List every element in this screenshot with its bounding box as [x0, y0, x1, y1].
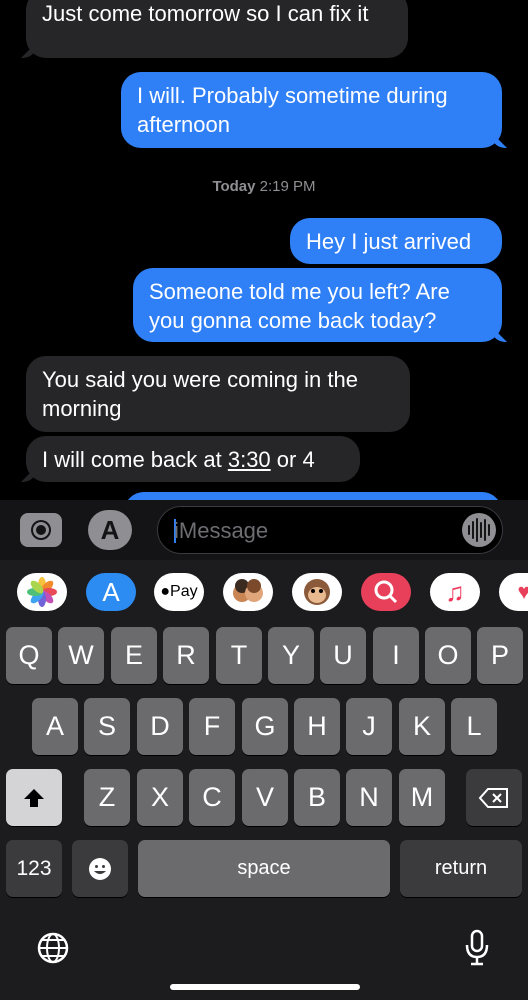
message-incoming[interactable]: Just come tomorrow so I can fix it — [26, 0, 408, 58]
key-f[interactable]: F — [189, 698, 235, 755]
return-key[interactable]: return — [400, 840, 522, 897]
music-icon[interactable]: ♫ — [430, 573, 480, 611]
photos-icon[interactable] — [17, 573, 67, 611]
home-indicator[interactable] — [170, 984, 360, 990]
microphone-icon[interactable] — [464, 929, 490, 967]
key-s[interactable]: S — [84, 698, 130, 755]
key-g[interactable]: G — [242, 698, 288, 755]
app-store-tray-icon[interactable]: A — [86, 573, 136, 611]
globe-icon[interactable] — [36, 931, 70, 965]
key-w[interactable]: W — [58, 627, 104, 684]
timestamp-day: Today — [212, 178, 256, 195]
emoji-icon — [89, 857, 111, 880]
message-outgoing[interactable]: Someone told me you left? Are you gonna … — [133, 268, 502, 342]
message-text: Someone told me you left? Are you gonna … — [149, 279, 450, 333]
key-v[interactable]: V — [242, 769, 288, 826]
key-a[interactable]: A — [32, 698, 78, 755]
message-input-placeholder: iMessage — [174, 518, 269, 543]
apple-pay-icon[interactable]: ● Pay — [154, 573, 204, 611]
message-text: You said you were coming in the morning — [42, 367, 358, 421]
key-q[interactable]: Q — [6, 627, 52, 684]
message-outgoing[interactable]: Hey I just arrived — [290, 218, 502, 264]
message-thread[interactable]: Just come tomorrow so I can fix it I wil… — [0, 0, 528, 500]
backspace-icon — [478, 787, 508, 808]
key-j[interactable]: J — [346, 698, 392, 755]
shift-icon — [24, 788, 44, 807]
shift-key[interactable] — [6, 769, 62, 826]
time-link[interactable]: 3:30 — [228, 447, 271, 472]
message-incoming[interactable]: You said you were coming in the morning — [26, 356, 410, 432]
key-b[interactable]: B — [294, 769, 340, 826]
timestamp-time: 2:19 PM — [259, 178, 316, 195]
numbers-key[interactable]: 123 — [6, 840, 62, 897]
key-z[interactable]: Z — [84, 769, 130, 826]
key-l[interactable]: L — [451, 698, 497, 755]
app-store-icon[interactable]: A — [88, 510, 132, 550]
message-outgoing[interactable]: I will. Probably sometime during afterno… — [121, 72, 502, 148]
audio-message-icon[interactable] — [462, 513, 496, 547]
image-search-icon[interactable] — [361, 573, 411, 611]
key-i[interactable]: I — [373, 627, 419, 684]
apple-pay-label: Pay — [170, 583, 198, 600]
message-text: Just come tomorrow so I can fix it — [42, 1, 369, 26]
backspace-key[interactable] — [466, 769, 522, 826]
key-o[interactable]: O — [425, 627, 471, 684]
timestamp: Today 2:19 PM — [0, 178, 528, 195]
space-key[interactable]: space — [138, 840, 390, 897]
key-r[interactable]: R — [163, 627, 209, 684]
message-text: I will. Probably sometime during afterno… — [137, 83, 448, 137]
apple-logo-icon: ● — [160, 583, 171, 600]
animoji-icon[interactable] — [292, 573, 342, 611]
key-y[interactable]: Y — [268, 627, 314, 684]
key-x[interactable]: X — [137, 769, 183, 826]
key-h[interactable]: H — [294, 698, 340, 755]
message-incoming[interactable]: I will come back at 3:30 or 4 — [26, 436, 360, 482]
message-text: Hey I just arrived — [306, 229, 472, 254]
key-k[interactable]: K — [399, 698, 445, 755]
key-n[interactable]: N — [346, 769, 392, 826]
key-c[interactable]: C — [189, 769, 235, 826]
key-d[interactable]: D — [137, 698, 183, 755]
key-m[interactable]: M — [399, 769, 445, 826]
key-u[interactable]: U — [320, 627, 366, 684]
message-input[interactable]: iMessage — [157, 506, 503, 554]
key-t[interactable]: T — [216, 627, 262, 684]
key-e[interactable]: E — [111, 627, 157, 684]
camera-icon[interactable] — [20, 513, 62, 547]
message-text-before: I will come back at — [42, 447, 228, 472]
message-text-after: or 4 — [270, 447, 315, 472]
memoji-icon[interactable] — [223, 573, 273, 611]
emoji-key[interactable] — [72, 840, 128, 897]
message-outgoing-partial — [124, 492, 502, 500]
key-p[interactable]: P — [477, 627, 523, 684]
